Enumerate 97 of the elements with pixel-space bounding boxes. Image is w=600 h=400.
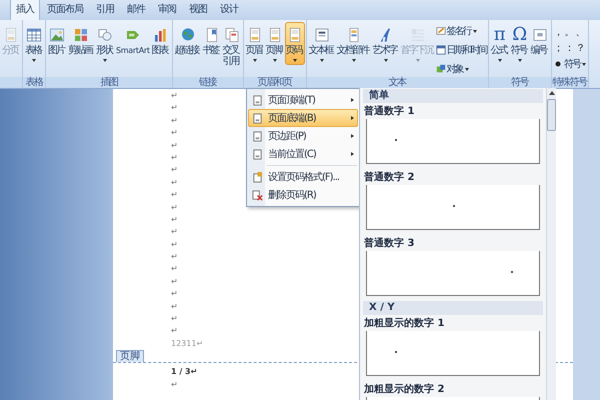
paragraph-mark: ↵ (171, 300, 178, 313)
ribbon-button[interactable]: Ω 符号 (510, 22, 530, 65)
ribbon-button[interactable]: 对象 (436, 61, 487, 77)
page-number-preview[interactable] (366, 331, 540, 376)
paragraph-mark: ↵ (171, 251, 178, 264)
paragraph-mark: ↵ (171, 102, 178, 114)
symbol-button[interactable]: ； (554, 41, 564, 55)
paragraph-mark: 12311↵ (171, 338, 204, 350)
ribbon-button[interactable]: 页眉 (244, 22, 265, 65)
paragraph-mark: ↵ (171, 263, 178, 276)
paragraph-mark: ↵ (171, 176, 178, 189)
paragraph-mark: ↵ (171, 114, 178, 127)
paragraph-mark: ↵ (171, 189, 178, 202)
paragraph-mark: ↵ (171, 325, 178, 338)
symbol-button[interactable]: ， (554, 25, 564, 39)
symbol-button[interactable]: ： (564, 41, 575, 55)
ribbon-button[interactable]: 符号 (553, 56, 586, 72)
paragraph-mark: ↵ (171, 238, 178, 251)
paragraph-mark: ↵ (171, 90, 178, 102)
ribbon-tab[interactable]: 审阅 (152, 0, 182, 20)
group-label: 符号 (488, 77, 551, 88)
ribbon-button[interactable]: 表格 (24, 22, 44, 65)
ribbon-button[interactable]: 超链接 (174, 22, 202, 59)
group-label: 页眉和页 (244, 77, 306, 88)
gallery-item-title[interactable]: 加粗显示的数字 1 (364, 318, 444, 329)
object-icon (436, 64, 446, 74)
menu-item[interactable]: 设置页码格式(F)... (248, 168, 358, 186)
ribbon-tab[interactable]: 视图 (183, 0, 213, 20)
ribbon-button[interactable]: 文本框 (308, 22, 336, 65)
ribbon-button[interactable]: 交叉 引用 (222, 22, 242, 70)
pen-icon (436, 26, 446, 36)
ribbon-button[interactable]: 艺术字 (372, 22, 400, 65)
delete-page-icon (252, 190, 263, 200)
menu-item[interactable]: 页面顶端(T) (248, 91, 358, 109)
paragraph-mark: ↵ (171, 164, 178, 176)
ribbon-tab[interactable]: 插入 (10, 0, 40, 20)
paragraph-mark: ↵ (171, 202, 178, 214)
page-number-preview[interactable] (366, 185, 540, 230)
ribbon-button[interactable]: 剪贴画 (67, 22, 95, 59)
menu-item[interactable]: 当前位置(C) (248, 145, 358, 163)
paragraph-mark: ↵ (171, 127, 178, 140)
paragraph-mark: ↵ (171, 313, 178, 326)
ribbon-button[interactable]: 编号 (530, 22, 550, 59)
ribbon-tab[interactable]: 引用 (90, 0, 120, 20)
gallery-item-title[interactable]: 加粗显示的数字 2 (364, 384, 444, 395)
menu-item[interactable]: 页边距(P) (248, 127, 358, 145)
paragraph-mark: ↵ (171, 140, 178, 152)
ribbon-button[interactable]: 文档部件 (336, 22, 372, 65)
paragraph-mark: ↵ (171, 152, 178, 164)
gallery-section-header: 简单 (369, 90, 389, 101)
page-format-icon (252, 172, 263, 182)
paragraph-mark: ↵ (171, 288, 178, 300)
menu-item[interactable]: 删除页码(R) (248, 186, 358, 204)
symbol-button[interactable]: 。 (564, 25, 575, 39)
ribbon-button[interactable]: π 公式 (490, 22, 510, 65)
footer-tag: 页脚 (116, 350, 144, 362)
ribbon-tab[interactable]: 邮件 (121, 0, 151, 20)
ribbon-button[interactable]: 书签 (202, 22, 222, 59)
symbol-button[interactable]: ？ (576, 41, 586, 55)
group-label: 插图 (46, 77, 172, 88)
ribbon-button[interactable]: 图片 (47, 22, 67, 59)
footer-line: ↵ (171, 378, 178, 391)
ribbon-button[interactable]: 页脚 (264, 22, 285, 65)
bullet-icon (553, 59, 564, 69)
page-icon (252, 112, 263, 124)
gallery-item-title[interactable]: 普通数字 1 (364, 106, 414, 117)
group-label: 文本 (306, 77, 488, 88)
ribbon-button[interactable]: 图表 (150, 22, 171, 59)
footer-line: 1 / 3↵ (171, 366, 198, 378)
page-number-preview[interactable] (366, 119, 540, 164)
ribbon-tab[interactable]: 设计 (214, 0, 244, 20)
page-icon (3, 25, 19, 45)
ribbon-tab[interactable]: 页面布局 (41, 0, 89, 20)
page-icon (252, 94, 263, 106)
ribbon-button[interactable]: SmartArt (115, 22, 151, 59)
symbol-button[interactable]: 、 (576, 25, 586, 39)
calendar-icon (436, 45, 446, 55)
ribbon-button[interactable]: 页码 (284, 22, 305, 65)
gallery-item-title[interactable]: 普通数字 2 (364, 172, 414, 183)
page-icon (252, 148, 263, 160)
gallery-item-title[interactable]: 普通数字 3 (364, 238, 414, 249)
group-label: 链接 (172, 77, 243, 88)
group-label: 特殊符号 (552, 77, 588, 88)
paragraph-mark: ↵ (171, 226, 178, 238)
page-number-preview[interactable] (366, 251, 540, 296)
paragraph-mark: ↵ (171, 276, 178, 288)
scrollbar[interactable] (546, 88, 556, 400)
paragraph-mark: ↵ (171, 214, 178, 226)
gallery-section-header: X / Y (369, 302, 395, 313)
ribbon-button[interactable]: 日期和时间 (436, 42, 487, 58)
page-icon (252, 130, 263, 142)
group-label: 表格 (23, 77, 45, 88)
menu-item[interactable]: 页面底端(B) (248, 109, 358, 127)
documents-icon (224, 25, 240, 45)
ribbon-button[interactable]: 签名行 (436, 23, 487, 39)
group-label-bar (0, 77, 22, 88)
ribbon-button[interactable]: 形状 (95, 22, 115, 65)
